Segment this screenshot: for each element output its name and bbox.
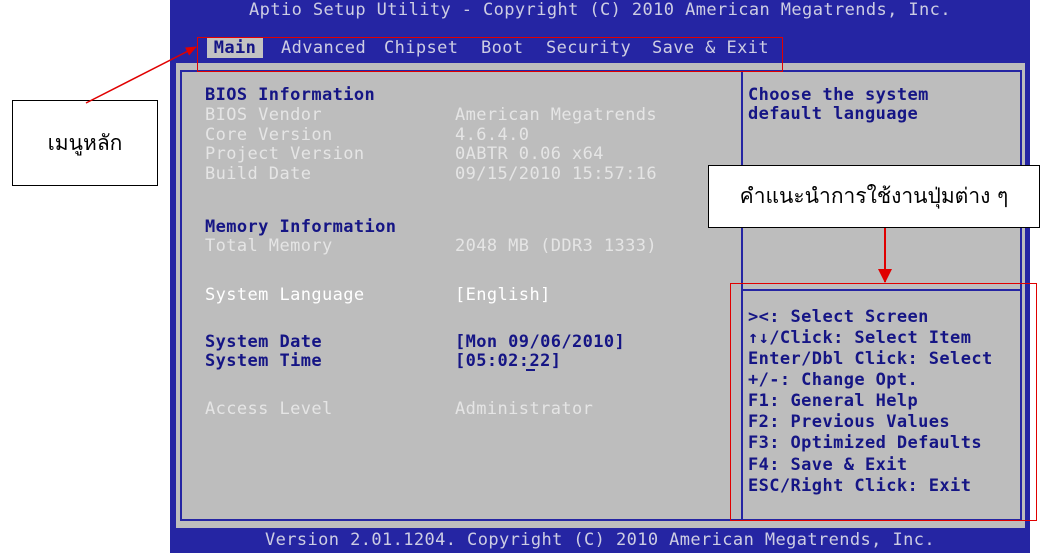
section-heading: Memory Information: [205, 217, 397, 237]
info-value: 09/15/2010 15:57:16: [455, 164, 658, 184]
setting-label: System Date: [205, 332, 322, 352]
info-label: Build Date: [205, 164, 312, 184]
info-row-core-version: Core Version 4.6.4.0: [205, 126, 735, 145]
help-description-line: default language: [748, 104, 919, 124]
info-row-build-date: Build Date 09/15/2010 15:57:16: [205, 165, 735, 184]
memory-information-section: Memory Information: [205, 218, 735, 237]
info-label: Access Level: [205, 399, 333, 419]
info-value: 4.6.4.0: [455, 125, 530, 145]
setting-system-language[interactable]: System Language [English]: [205, 286, 735, 305]
bios-information-section: BIOS Information: [205, 86, 735, 105]
system-language-value[interactable]: [English]: [455, 286, 551, 305]
info-row-project-version: Project Version 0ABTR 0.06 x64: [205, 145, 735, 164]
main-menu-highlight-box: [197, 37, 783, 72]
setting-system-date[interactable]: System Date [Mon 09/06/2010]: [205, 333, 735, 352]
system-time-value[interactable]: [05:02:22]: [455, 352, 561, 371]
bios-version-footer: Version 2.01.1204. Copyright (C) 2010 Am…: [265, 530, 935, 550]
section-heading: BIOS Information: [205, 85, 376, 105]
info-label: Total Memory: [205, 236, 333, 256]
text-cursor: [526, 369, 535, 371]
info-row-total-memory: Total Memory 2048 MB (DDR3 1333): [205, 237, 735, 256]
info-label: BIOS Vendor: [205, 105, 322, 125]
info-row-access-level: Access Level Administrator: [205, 400, 735, 419]
setting-system-time[interactable]: System Time [05:02:22]: [205, 352, 735, 371]
info-value: 0ABTR 0.06 x64: [455, 144, 604, 164]
info-row-bios-vendor: BIOS Vendor American Megatrends: [205, 106, 735, 125]
setting-label: System Language: [205, 285, 365, 305]
bios-title-bar: Aptio Setup Utility - Copyright (C) 2010…: [249, 0, 951, 20]
setting-label: System Time: [205, 351, 322, 371]
key-help-callout: คำแนะนำการใช้งานปุ่มต่าง ๆ: [708, 165, 1040, 228]
system-date-value[interactable]: [Mon 09/06/2010]: [455, 333, 625, 352]
key-help-callout-text: คำแนะนำการใช้งานปุ่มต่าง ๆ: [739, 184, 1009, 208]
info-value: 2048 MB (DDR3 1333): [455, 236, 658, 256]
key-help-highlight-box: [730, 283, 1037, 521]
main-menu-callout: เมนูหลัก: [12, 100, 158, 186]
info-value: Administrator: [455, 399, 594, 419]
main-menu-callout-text: เมนูหลัก: [47, 130, 123, 155]
help-description-line: Choose the system: [748, 85, 929, 105]
info-label: Core Version: [205, 125, 333, 145]
info-label: Project Version: [205, 144, 365, 164]
info-value: American Megatrends: [455, 105, 658, 125]
